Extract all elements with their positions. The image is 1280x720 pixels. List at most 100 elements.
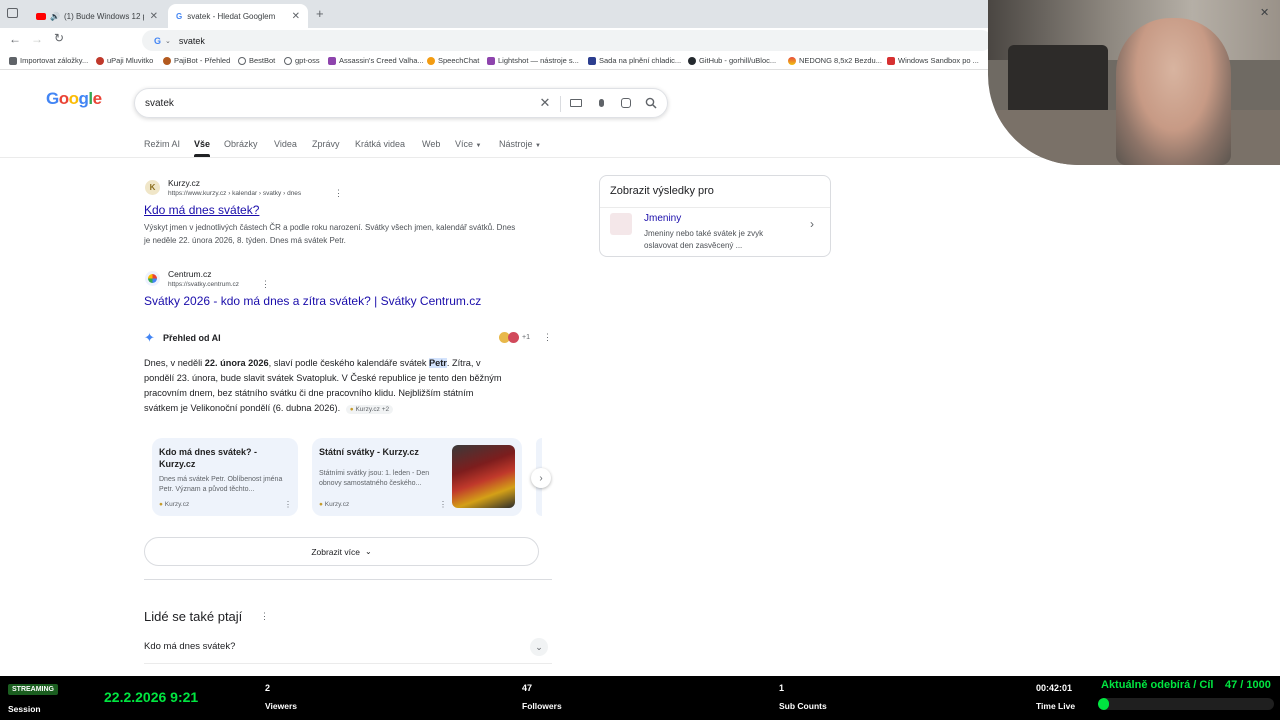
divider <box>560 96 561 112</box>
chevron-down-icon: ⌄ <box>535 641 543 652</box>
chevron-right-icon[interactable]: › <box>810 217 814 231</box>
result-snippet: je neděle 22. února 2026, 8. týden. Dnes… <box>144 236 346 245</box>
forward-icon[interactable]: → <box>31 32 43 46</box>
tab-news[interactable]: Zprávy <box>312 139 340 149</box>
expand-button[interactable]: ⌄ <box>530 638 548 656</box>
session-label: Session <box>8 704 41 714</box>
tab-tools[interactable]: Nástroje ▼ <box>499 139 541 149</box>
bookmark-item[interactable]: uPaji Mluvitko <box>96 56 153 65</box>
chevron-down-icon[interactable]: ⌄ <box>165 37 171 45</box>
google-g-icon: G <box>154 35 162 46</box>
card-title: Kdo má dnes svátek? - Kurzy.cz <box>159 447 258 469</box>
tab-short-videos[interactable]: Krátká videa <box>355 139 405 149</box>
bookmark-item[interactable]: BestBot <box>238 56 275 65</box>
followers-label: Followers <box>522 701 562 711</box>
viewers-label: Viewers <box>265 701 297 711</box>
followers-value: 47 <box>522 683 533 693</box>
bookmark-item[interactable]: Windows Sandbox po ... <box>887 56 979 65</box>
viewers-value: 2 <box>265 683 271 693</box>
ubisoft-icon <box>328 56 336 65</box>
bookmark-item[interactable]: PajiBot - Přehled <box>163 56 230 65</box>
search-icon[interactable] <box>644 96 658 110</box>
result-snippet: Výskyt jmen v jednotlivých částech ČR a … <box>144 223 516 232</box>
bookmark-item[interactable]: gpt-oss <box>284 56 320 65</box>
result-title-link[interactable]: Kdo má dnes svátek? <box>144 203 259 217</box>
card-source: ● Kurzy.cz <box>319 501 350 508</box>
close-icon[interactable]: ✕ <box>150 11 158 22</box>
more-vert-icon[interactable]: ⋮ <box>260 611 269 622</box>
see-results-about-panel: Zobrazit výsledky pro Jmeniny Jmeniny ne… <box>599 175 831 257</box>
tab-youtube[interactable]: 🔊 (1) Bude Windows 12 pohá… ✕ <box>28 4 166 28</box>
search-box[interactable]: svatek ✕ <box>134 88 668 118</box>
section-divider <box>144 579 552 580</box>
panel-heading: Zobrazit výsledky pro <box>610 185 714 197</box>
tab-web[interactable]: Web <box>422 139 440 149</box>
search-input[interactable]: svatek <box>145 98 174 109</box>
bookmark-item[interactable]: GitHub - gorhill/uBloc... <box>688 56 776 65</box>
result-title-link[interactable]: Svátky 2026 - kdo má dnes a zítra svátek… <box>144 294 481 308</box>
bookmark-item[interactable]: Importovat záložky... <box>9 56 88 65</box>
card-snippet: Dnes má svátek Petr. Oblíbenost jména Pe… <box>159 476 283 493</box>
tab-title: svatek - Hledat Googlem <box>187 11 276 21</box>
keyboard-icon[interactable] <box>569 96 583 110</box>
tab-images[interactable]: Obrázky <box>224 139 258 149</box>
more-vert-icon[interactable]: ⋮ <box>439 500 447 509</box>
caret-down-icon: ▼ <box>535 143 541 149</box>
tab-title: (1) Bude Windows 12 pohá… <box>63 11 144 21</box>
streaming-badge: STREAMING <box>8 684 58 695</box>
bookmark-item[interactable]: NEDONG 8,5x2 Bezdu... <box>788 56 882 65</box>
bookmark-item[interactable]: Sada na plnění chladic... <box>588 56 681 65</box>
ai-overview-text: svátkem je Velikonoční pondělí (6. dubna… <box>144 401 394 417</box>
new-tab-icon[interactable]: + <box>316 6 324 21</box>
more-vert-icon[interactable]: ⋮ <box>543 332 552 343</box>
close-icon[interactable]: ✕ <box>1260 6 1269 19</box>
paa-divider <box>144 663 552 664</box>
goal-count: 47 / 1000 <box>1225 679 1271 691</box>
ai-overview-label: Přehled od AI <box>163 333 221 343</box>
address-text: svatek <box>178 35 205 46</box>
more-vert-icon[interactable]: ⋮ <box>334 188 343 199</box>
more-vert-icon[interactable]: ⋮ <box>284 500 292 509</box>
speaker-icon[interactable]: 🔊 <box>50 12 60 21</box>
tab-google-search[interactable]: G svatek - Hledat Googlem ✕ <box>168 4 308 28</box>
show-more-button[interactable]: Zobrazit více ⌄ <box>144 537 539 566</box>
goal-progress-bar <box>1098 698 1274 710</box>
google-logo[interactable]: Google <box>46 89 102 109</box>
lens-icon[interactable] <box>619 96 633 110</box>
shop-icon <box>788 56 796 65</box>
source-card[interactable]: Kdo má dnes svátek? - Kurzy.cz Dnes má s… <box>152 438 298 516</box>
more-vert-icon[interactable]: ⋮ <box>261 279 270 290</box>
clear-icon[interactable]: ✕ <box>538 95 552 110</box>
close-icon[interactable]: ✕ <box>292 11 300 22</box>
globe-icon <box>238 56 246 65</box>
paa-question[interactable]: Kdo má dnes svátek? <box>144 641 235 652</box>
source-count-badge: +1 <box>522 334 530 341</box>
panel-item-title[interactable]: Jmeniny <box>644 213 681 224</box>
tab-all[interactable]: Vše <box>194 139 210 149</box>
card-source: ● Kurzy.cz <box>159 501 190 508</box>
source-card[interactable]: Státní svátky - Kurzy.cz Státními svátky… <box>312 438 522 516</box>
jmeniny-thumbnail <box>610 213 632 235</box>
tab-search-icon[interactable] <box>7 8 18 18</box>
back-icon[interactable]: ← <box>9 32 21 46</box>
bookmark-item[interactable]: SpeechChat <box>427 56 479 65</box>
shopping-cart-image <box>452 445 515 508</box>
youtube-icon <box>36 12 46 20</box>
reload-icon[interactable]: ↻ <box>54 31 64 45</box>
address-bar[interactable]: G ⌄ svatek <box>142 30 992 51</box>
google-g-icon: G <box>176 11 183 21</box>
tab-ai-mode[interactable]: Režim AI <box>144 139 180 149</box>
source-chip[interactable]: ● Kurzy.cz +2 <box>345 405 394 414</box>
webcam-overlay: ✕ <box>988 0 1280 165</box>
panel-divider <box>600 207 830 208</box>
github-icon <box>688 56 696 65</box>
bookmark-item[interactable]: Lightshot — nástroje s... <box>487 56 579 65</box>
carousel-next-button[interactable]: › <box>531 468 551 488</box>
tab-videos[interactable]: Videa <box>274 139 297 149</box>
microphone-icon[interactable] <box>594 96 608 110</box>
tab-more[interactable]: Více ▼ <box>455 139 481 149</box>
ai-overview-text: Dnes, v neděli 22. února 2026, slaví pod… <box>144 358 481 368</box>
ai-overview-text: pondělí 23. února, bude slavit svátek Sv… <box>144 373 502 383</box>
folder-icon <box>9 56 17 65</box>
bookmark-item[interactable]: Assassin's Creed Valha... <box>328 56 424 65</box>
